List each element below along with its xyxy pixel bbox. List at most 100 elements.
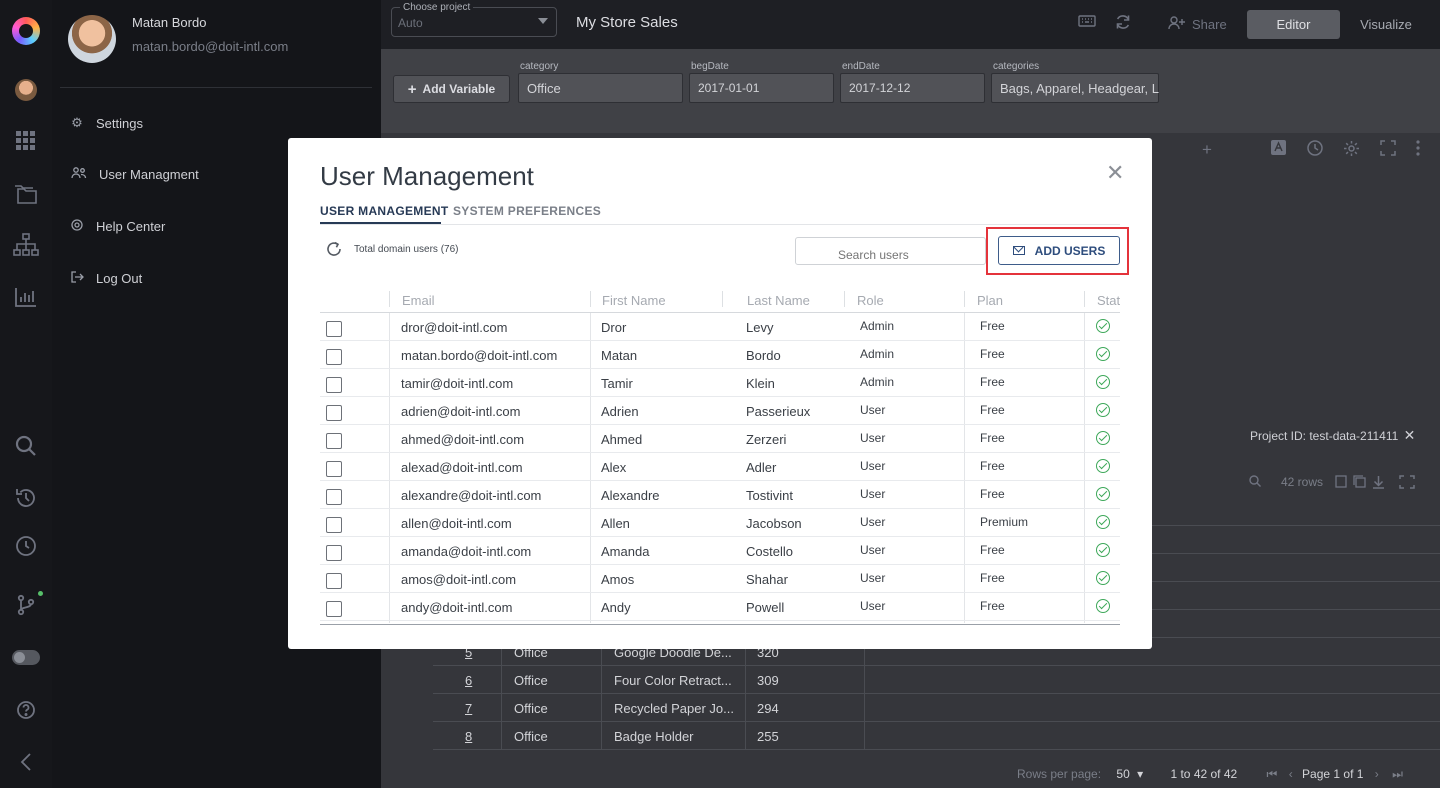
- row-checkbox[interactable]: [326, 321, 342, 337]
- row-checkbox[interactable]: [326, 377, 342, 393]
- variable-enddate[interactable]: endDate 2017-12-12: [840, 61, 985, 103]
- cell-plan[interactable]: Free: [980, 459, 1005, 473]
- tab-user-management[interactable]: USER MANAGEMENT: [320, 204, 449, 218]
- share-button[interactable]: Share: [1168, 16, 1227, 33]
- column-header-last-name[interactable]: Last Name: [747, 293, 810, 308]
- close-icon[interactable]: ✕: [1106, 162, 1124, 184]
- cell-plan[interactable]: Free: [980, 403, 1005, 417]
- cell-role[interactable]: User: [860, 571, 885, 585]
- row-checkbox[interactable]: [326, 601, 342, 617]
- row-checkbox[interactable]: [326, 461, 342, 477]
- row-checkbox[interactable]: [326, 433, 342, 449]
- cell-role[interactable]: User: [860, 543, 885, 557]
- table-row[interactable]: tamir@doit-intl.com Tamir Klein Admin Free: [320, 369, 1120, 397]
- cell-role[interactable]: User: [860, 403, 885, 417]
- variable-begdate[interactable]: begDate 2017-01-01: [689, 61, 834, 103]
- dashboard-grid-icon[interactable]: [0, 128, 52, 154]
- cell-role[interactable]: User: [860, 515, 885, 529]
- add-users-button[interactable]: ADD USERS: [998, 236, 1120, 265]
- table-row[interactable]: ahmed@doit-intl.com Ahmed Zerzeri User Free: [320, 425, 1120, 453]
- cell-plan[interactable]: Free: [980, 599, 1005, 613]
- history-icon[interactable]: [0, 485, 52, 511]
- cell-plan[interactable]: Free: [980, 431, 1005, 445]
- clock-icon[interactable]: [0, 533, 52, 559]
- more-vertical-icon[interactable]: [1415, 140, 1421, 160]
- table-row[interactable]: alexad@doit-intl.com Alex Adler User Free: [320, 453, 1120, 481]
- column-header-role[interactable]: Role: [857, 293, 884, 308]
- table-row[interactable]: amos@doit-intl.com Amos Shahar User Free: [320, 565, 1120, 593]
- row-checkbox[interactable]: [326, 349, 342, 365]
- row-checkbox[interactable]: [326, 405, 342, 421]
- add-variable-button[interactable]: + Add Variable: [393, 75, 510, 103]
- hierarchy-icon[interactable]: [0, 231, 52, 259]
- last-page-icon[interactable]: ⏭: [1392, 767, 1403, 781]
- menu-item-user-management[interactable]: User Managment: [70, 167, 199, 182]
- expand-icon[interactable]: [1399, 475, 1415, 492]
- search-icon[interactable]: [1249, 475, 1261, 490]
- cell-plan[interactable]: Free: [980, 347, 1005, 361]
- row-checkbox[interactable]: [326, 573, 342, 589]
- help-icon[interactable]: [0, 698, 52, 722]
- table-row[interactable]: dror@doit-intl.com Dror Levy Admin Free: [320, 313, 1120, 341]
- cell-role[interactable]: Admin: [860, 375, 894, 389]
- cell-role[interactable]: Admin: [860, 347, 894, 361]
- theme-toggle[interactable]: [12, 650, 40, 665]
- cell-plan[interactable]: Free: [980, 375, 1005, 389]
- search-input[interactable]: [795, 237, 986, 265]
- schedule-icon[interactable]: [1307, 140, 1323, 160]
- settings-gear-icon[interactable]: [1343, 140, 1360, 161]
- menu-item-log-out[interactable]: Log Out: [70, 271, 142, 286]
- table-row[interactable]: matan.bordo@doit-intl.com Matan Bordo Admin…: [320, 341, 1120, 369]
- rail-avatar-icon[interactable]: [15, 79, 37, 101]
- cell-plan[interactable]: Premium: [980, 515, 1028, 529]
- bar-chart-icon[interactable]: [0, 284, 52, 310]
- column-header-first-name[interactable]: First Name: [602, 293, 666, 308]
- cell-plan[interactable]: Free: [980, 543, 1005, 557]
- menu-item-help-center[interactable]: Help Center: [70, 219, 165, 234]
- collapse-chevron-icon[interactable]: [0, 750, 52, 774]
- table-row[interactable]: amanda@doit-intl.com Amanda Costello User Fr…: [320, 537, 1120, 565]
- row-number[interactable]: 6: [465, 673, 472, 688]
- cell-role[interactable]: User: [860, 599, 885, 613]
- download-icon[interactable]: [1372, 475, 1385, 492]
- row-checkbox[interactable]: [326, 517, 342, 533]
- folders-icon[interactable]: [0, 180, 52, 208]
- keyboard-icon[interactable]: [1078, 14, 1096, 33]
- visualize-button[interactable]: Visualize: [1347, 10, 1425, 39]
- close-icon[interactable]: ✕: [1404, 427, 1416, 443]
- prev-page-icon[interactable]: ‹: [1289, 767, 1293, 781]
- search-icon[interactable]: [0, 433, 52, 459]
- table-row[interactable]: andy@doit-intl.com Andy Powell User Free: [320, 593, 1120, 621]
- row-number[interactable]: 7: [465, 701, 472, 716]
- first-page-icon[interactable]: ⏮: [1267, 767, 1278, 781]
- format-icon[interactable]: [1271, 140, 1286, 159]
- tab-system-preferences[interactable]: SYSTEM PREFERENCES: [453, 204, 601, 218]
- git-branch-icon[interactable]: [0, 592, 52, 618]
- refresh-icon[interactable]: [1115, 14, 1131, 35]
- column-header-email[interactable]: Email: [402, 293, 435, 308]
- table-row[interactable]: adrien@doit-intl.com Adrien Passerieux User…: [320, 397, 1120, 425]
- next-page-icon[interactable]: ›: [1375, 767, 1379, 781]
- refresh-icon[interactable]: [325, 240, 343, 263]
- project-select[interactable]: Choose project Auto: [391, 2, 557, 37]
- cell-role[interactable]: User: [860, 431, 885, 445]
- duplicate-icon[interactable]: [1353, 475, 1366, 491]
- copy-icon[interactable]: [1335, 475, 1347, 491]
- cell-role[interactable]: User: [860, 487, 885, 501]
- menu-item-settings[interactable]: ⚙ Settings: [70, 115, 143, 131]
- cell-plan[interactable]: Free: [980, 319, 1005, 333]
- table-row[interactable]: allen@doit-intl.com Allen Jacobson User Prem…: [320, 509, 1120, 537]
- column-header-status[interactable]: Stat: [1097, 293, 1120, 308]
- table-row[interactable]: alexandre@doit-intl.com Alexandre Tostivin…: [320, 481, 1120, 509]
- cell-role[interactable]: Admin: [860, 319, 894, 333]
- row-number[interactable]: 8: [465, 729, 472, 744]
- app-logo-icon[interactable]: [12, 17, 40, 45]
- cell-role[interactable]: User: [860, 459, 885, 473]
- add-tab-icon[interactable]: +: [1202, 140, 1212, 160]
- column-header-plan[interactable]: Plan: [977, 293, 1003, 308]
- editor-button[interactable]: Editor: [1247, 10, 1340, 39]
- cell-plan[interactable]: Free: [980, 487, 1005, 501]
- variable-category[interactable]: category Office: [518, 61, 683, 103]
- variable-categories[interactable]: categories Bags, Apparel, Headgear, L: [991, 61, 1159, 103]
- row-checkbox[interactable]: [326, 489, 342, 505]
